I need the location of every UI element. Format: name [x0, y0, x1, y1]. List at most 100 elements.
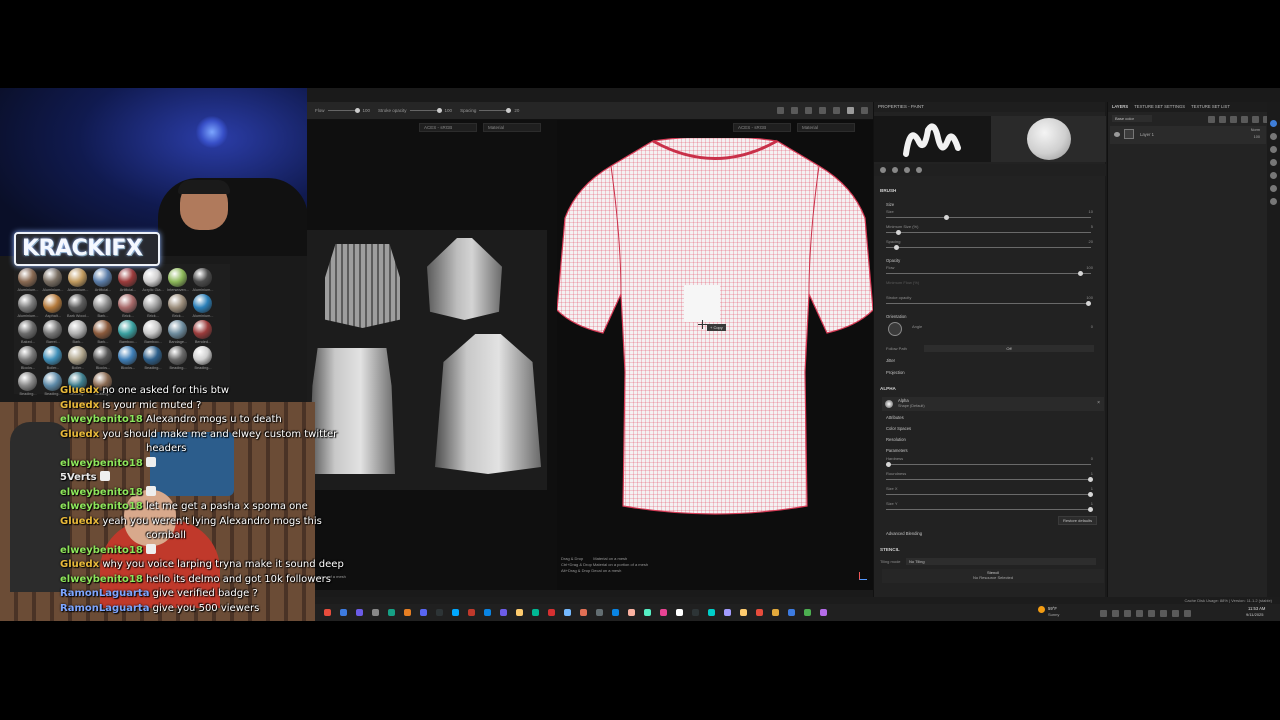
roundness-slider[interactable]: [886, 477, 1093, 482]
attributes-group[interactable]: Attributes: [886, 415, 904, 420]
slider-handle[interactable]: [894, 245, 899, 250]
follow-path-dropdown[interactable]: Off: [924, 345, 1094, 352]
material-thumbnail[interactable]: [68, 294, 87, 313]
app-icon[interactable]: [580, 609, 587, 616]
app-icon[interactable]: [596, 609, 603, 616]
material-thumbnail[interactable]: [168, 294, 187, 313]
size-group-label[interactable]: Size: [886, 202, 894, 207]
material-thumbnail[interactable]: [143, 346, 162, 365]
dock-icon[interactable]: [1270, 120, 1277, 127]
slider-handle[interactable]: [1078, 271, 1083, 276]
close-icon[interactable]: ×: [1097, 400, 1100, 406]
advanced-blending-group[interactable]: Advanced Blending: [886, 531, 922, 536]
material-thumbnail[interactable]: [193, 268, 212, 287]
substance-painter-taskbar-icon[interactable]: [772, 609, 779, 616]
material-thumbnail[interactable]: [43, 346, 62, 365]
paint-brush-icon[interactable]: [847, 107, 854, 114]
app-icon[interactable]: [420, 609, 427, 616]
app-icon[interactable]: [500, 609, 507, 616]
battery-icon[interactable]: [1184, 610, 1191, 617]
jitter-group-label[interactable]: Jitter: [886, 358, 895, 363]
pause-icon[interactable]: [777, 107, 784, 114]
spacing-slider[interactable]: [886, 245, 1091, 250]
alpha-resource[interactable]: Alpha Shape (Default) ×: [882, 397, 1104, 411]
chat-username[interactable]: elweybenito18: [60, 487, 143, 498]
orientation-group-label[interactable]: Orientation: [886, 314, 906, 319]
chat-username[interactable]: elweybenito18: [60, 545, 143, 556]
size-value[interactable]: 10: [1089, 209, 1093, 214]
opacity-group-label[interactable]: Opacity: [886, 258, 900, 263]
app-icon[interactable]: [516, 609, 523, 616]
color-spaces-group[interactable]: Color Spaces: [886, 426, 911, 431]
min-size-slider[interactable]: [886, 230, 1091, 235]
chat-username[interactable]: elweybenito18: [60, 501, 143, 512]
screenshot-icon[interactable]: [861, 107, 868, 114]
volume-icon[interactable]: [1172, 610, 1179, 617]
add-fill-layer-icon[interactable]: [1208, 116, 1215, 123]
app-icon[interactable]: [484, 609, 491, 616]
chat-username[interactable]: elweybenito18: [60, 574, 143, 585]
spacing-value[interactable]: 20: [1089, 239, 1093, 244]
app-icon[interactable]: [436, 609, 443, 616]
clock-time[interactable]: 11:53 AM: [1248, 606, 1265, 611]
material-thumbnail[interactable]: [118, 294, 137, 313]
size-y-slider[interactable]: [886, 507, 1093, 512]
app-icon[interactable]: [820, 609, 827, 616]
material-thumbnail[interactable]: [143, 268, 162, 287]
add-layer-icon[interactable]: [1219, 116, 1226, 123]
app-icon[interactable]: [532, 609, 539, 616]
app-icon[interactable]: [660, 609, 667, 616]
mesh-channel-dropdown[interactable]: Material: [797, 122, 855, 132]
material-thumbnail[interactable]: [43, 294, 62, 313]
roundness-value[interactable]: 1: [1091, 471, 1093, 476]
add-effect-icon[interactable]: [1241, 116, 1248, 123]
stencil-icon[interactable]: [916, 167, 922, 173]
tab-layers[interactable]: LAYERS: [1112, 104, 1128, 110]
size-slider[interactable]: [886, 215, 1091, 220]
material-thumbnail[interactable]: [118, 268, 137, 287]
slider-handle[interactable]: [1088, 507, 1093, 512]
material-thumbnail[interactable]: [93, 294, 112, 313]
size-x-slider[interactable]: [886, 492, 1093, 497]
material-thumbnail[interactable]: [18, 372, 37, 391]
app-icon[interactable]: [756, 609, 763, 616]
toolbar-stroke-opacity-slider[interactable]: [409, 108, 442, 113]
slider-handle[interactable]: [886, 462, 891, 467]
chat-username[interactable]: RamonLaguarta: [60, 588, 149, 599]
slider-handle[interactable]: [896, 230, 901, 235]
stroke-opacity-slider[interactable]: [886, 301, 1091, 306]
min-size-value[interactable]: 5: [1091, 224, 1093, 229]
wifi-icon[interactable]: [1160, 610, 1167, 617]
app-icon[interactable]: [548, 609, 555, 616]
uv-colorspace-dropdown[interactable]: ACES - sRGB: [419, 122, 477, 132]
app-icon[interactable]: [468, 609, 475, 616]
hardness-slider[interactable]: [886, 462, 1091, 467]
folder-icon[interactable]: [1252, 116, 1259, 123]
app-icon[interactable]: [628, 609, 635, 616]
clock-date[interactable]: 9/11/2025: [1246, 612, 1264, 617]
material-thumbnail[interactable]: [193, 294, 212, 313]
chat-username[interactable]: Gluedx: [60, 385, 99, 396]
eye-icon[interactable]: [1114, 132, 1120, 137]
material-thumbnail[interactable]: [118, 346, 137, 365]
material-thumbnail[interactable]: [118, 320, 137, 339]
layer-blend-mode[interactable]: Norm: [1251, 128, 1260, 132]
stencil-slot[interactable]: Stencil No Resource Selected: [882, 569, 1104, 583]
flow-value[interactable]: 100: [1086, 265, 1093, 270]
material-thumbnail[interactable]: [43, 268, 62, 287]
grid-icon[interactable]: [833, 107, 840, 114]
app-icon[interactable]: [612, 609, 619, 616]
slider-handle[interactable]: [1086, 301, 1091, 306]
tray-icon[interactable]: [1124, 610, 1131, 617]
toolbar-spacing-slider[interactable]: [479, 108, 512, 113]
app-icon[interactable]: [564, 609, 571, 616]
chat-username[interactable]: elweybenito18: [60, 458, 143, 469]
material-thumbnail[interactable]: [168, 320, 187, 339]
dock-icon[interactable]: [1270, 198, 1277, 205]
tray-icon[interactable]: [1112, 610, 1119, 617]
material-thumbnail[interactable]: [168, 268, 187, 287]
tab-texture-set-settings[interactable]: TEXTURE SET SETTINGS: [1134, 104, 1185, 110]
display-icon[interactable]: [805, 107, 812, 114]
toolbar-flow-slider[interactable]: [327, 108, 360, 113]
chat-username[interactable]: elweybenito18: [60, 414, 143, 425]
